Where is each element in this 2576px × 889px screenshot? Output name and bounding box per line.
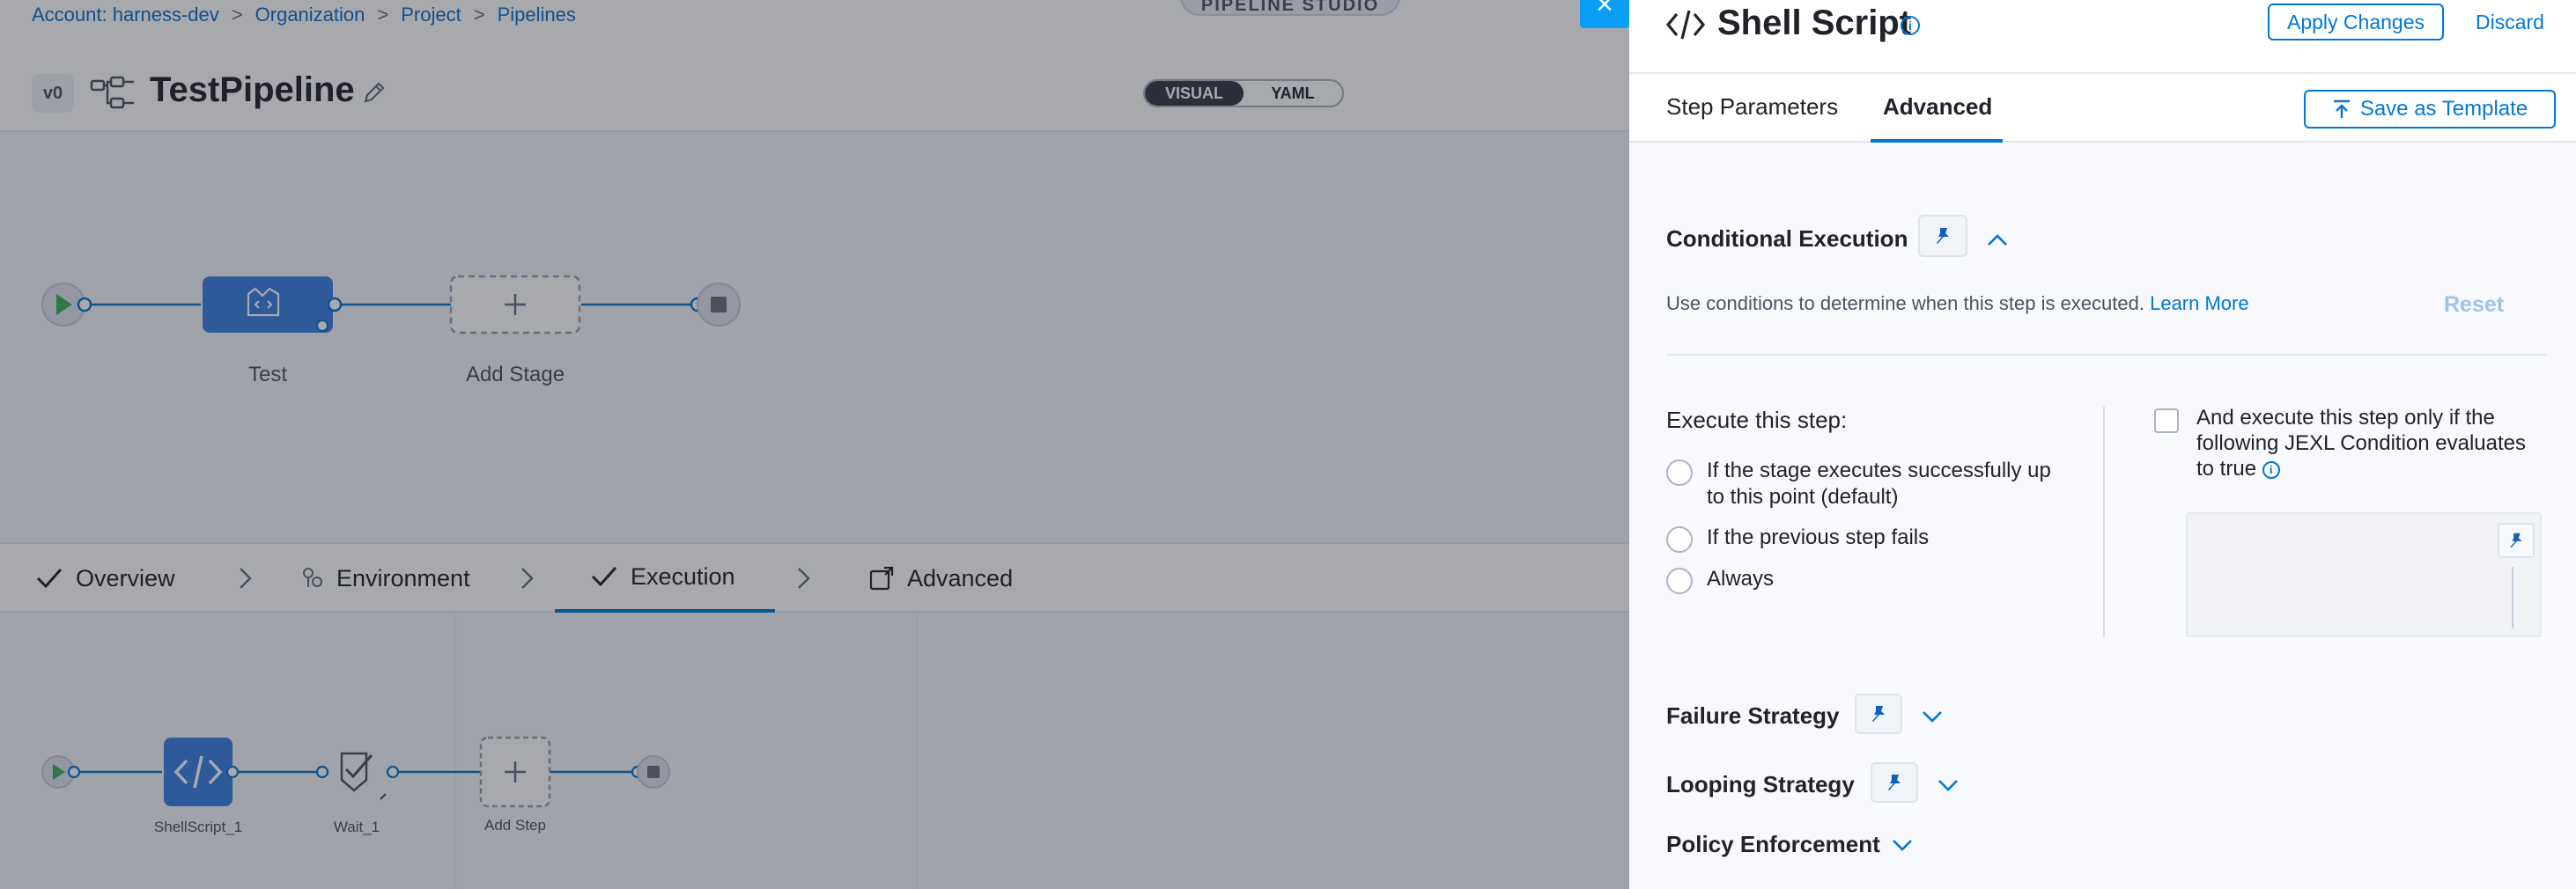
radio-label: Always: [1707, 567, 1775, 591]
policy-enforcement-title[interactable]: Policy Enforcement: [1666, 831, 1880, 858]
looping-strategy-pin-button[interactable]: [1871, 762, 1918, 803]
info-icon[interactable]: i: [1901, 16, 1920, 35]
policy-enforcement-expand-button[interactable]: [1890, 833, 1915, 857]
jexl-pin-button[interactable]: [2498, 523, 2535, 558]
failure-strategy-expand-button[interactable]: [1920, 704, 1945, 729]
conditional-execution-description: Use conditions to determine when this st…: [1666, 292, 2249, 315]
advanced-tab-content: Conditional Execution Use conditions to …: [1629, 143, 2576, 889]
radio-option-stage-success[interactable]: If the stage executes successfully up to…: [1666, 458, 2054, 511]
radio-label: If the previous step fails: [1707, 525, 1930, 549]
pipeline-studio: Account: harness-dev > Organization > Pr…: [0, 0, 1629, 889]
info-icon[interactable]: i: [2262, 461, 2280, 479]
pin-icon: [2510, 533, 2522, 548]
chevron-down-icon: [1938, 780, 1958, 791]
conditional-execution-collapse-button[interactable]: [1985, 227, 2010, 252]
drawer-header: Shell Script i Apply Changes Discard: [1629, 0, 2576, 74]
radio-button[interactable]: [1666, 568, 1693, 594]
radio-button[interactable]: [1666, 459, 1693, 486]
radio-label: If the stage executes successfully up to…: [1707, 459, 2051, 509]
upload-icon: [2333, 99, 2350, 118]
chevron-up-icon: [1988, 234, 2007, 246]
discard-button[interactable]: Discard: [2466, 4, 2554, 40]
jexl-condition-editor[interactable]: [2186, 512, 2542, 637]
editor-scrollbar[interactable]: [2512, 567, 2513, 628]
code-icon: [1666, 10, 1705, 40]
conditional-execution-pin-button[interactable]: [1918, 215, 1967, 257]
pin-icon: [1872, 706, 1885, 722]
failure-strategy-title[interactable]: Failure Strategy: [1666, 702, 1840, 730]
chevron-down-icon: [1923, 711, 1942, 723]
conditional-execution-title[interactable]: Conditional Execution: [1666, 225, 1908, 253]
execute-step-label: Execute this step:: [1666, 407, 1848, 433]
modal-backdrop[interactable]: [0, 0, 1629, 889]
tab-advanced[interactable]: Advanced: [1871, 93, 2003, 143]
chevron-down-icon: [1893, 840, 1912, 851]
tab-label: Advanced: [1883, 93, 1993, 120]
close-drawer-button[interactable]: ×: [1580, 0, 1629, 28]
drawer-title: Shell Script: [1717, 4, 1912, 42]
looping-strategy-expand-button[interactable]: [1936, 773, 1960, 797]
radio-button[interactable]: [1666, 526, 1693, 553]
jexl-condition-checkbox[interactable]: [2154, 408, 2179, 433]
radio-option-previous-step-fails[interactable]: If the previous step fails: [1666, 525, 2054, 553]
drawer-tabs: Step Parameters Advanced Save as Templat…: [1629, 74, 2576, 143]
save-as-template-button[interactable]: Save as Template: [2304, 90, 2556, 129]
radio-option-always[interactable]: Always: [1666, 566, 2054, 594]
save-as-template-label: Save as Template: [2359, 97, 2528, 121]
column-divider: [2103, 407, 2105, 637]
pin-icon: [1888, 775, 1901, 790]
apply-changes-button[interactable]: Apply Changes: [2268, 4, 2444, 40]
step-config-drawer: Shell Script i Apply Changes Discard Ste…: [1629, 0, 2576, 889]
tab-step-parameters[interactable]: Step Parameters: [1666, 93, 1838, 143]
looping-strategy-title[interactable]: Looping Strategy: [1666, 771, 1855, 798]
description-text: Use conditions to determine when this st…: [1666, 292, 2144, 314]
learn-more-link[interactable]: Learn More: [2150, 292, 2249, 314]
divider: [1666, 354, 2547, 356]
failure-strategy-pin-button[interactable]: [1855, 694, 1902, 734]
jexl-condition-text: And execute this step only if the follow…: [2196, 406, 2527, 481]
reset-button[interactable]: Reset: [2444, 292, 2504, 318]
jexl-condition-label: And execute this step only if the follow…: [2196, 405, 2549, 481]
pin-icon: [1937, 228, 1949, 244]
